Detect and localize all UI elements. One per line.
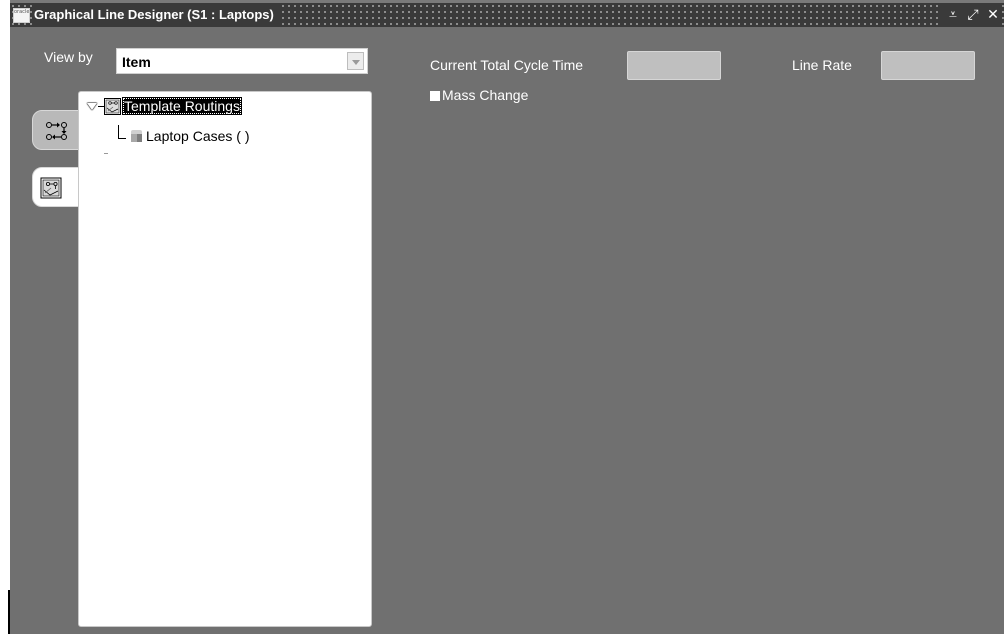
title-bar[interactable]: oracle Graphical Line Designer (S1 : Lap… [10, 3, 1004, 27]
view-by-selected-value: Item [122, 54, 151, 70]
view-by-label: View by [44, 49, 93, 65]
maximize-icon[interactable]: ⤢ [966, 3, 980, 27]
checkbox-box[interactable] [430, 90, 440, 101]
line-rate-field[interactable] [881, 51, 975, 80]
window-controls: ⩡ ⤢ ✕ [940, 3, 1000, 27]
collapse-triangle-icon[interactable] [87, 102, 97, 111]
tree-node-laptop-cases[interactable]: Laptop Cases ( ) [130, 128, 250, 144]
cycle-time-label: Current Total Cycle Time [430, 57, 584, 73]
cycle-time-field[interactable] [627, 51, 721, 80]
tree-placeholder-mark [104, 153, 108, 154]
minimize-icon[interactable]: ⩡ [946, 3, 960, 27]
left-edge [0, 0, 10, 634]
tree-node-label[interactable]: Template Routings [122, 97, 242, 115]
line-rate-label: Line Rate [792, 57, 852, 73]
process-flow-icon [46, 122, 67, 140]
window-title: Graphical Line Designer (S1 : Laptops) [34, 3, 282, 27]
view-by-select[interactable]: Item [116, 48, 368, 74]
close-icon[interactable]: ✕ [986, 3, 1000, 27]
routing-template-icon [40, 177, 62, 199]
graphical-line-designer-window: oracle Graphical Line Designer (S1 : Lap… [10, 3, 1004, 634]
template-routing-icon [104, 97, 121, 115]
tree-node-label[interactable]: Laptop Cases ( ) [146, 128, 250, 144]
chevron-down-icon[interactable] [347, 52, 364, 70]
mass-change-label: Mass Change [442, 87, 529, 103]
tree-elbow-connector [118, 125, 126, 139]
routing-tree-panel[interactable]: Template Routings Laptop Cases ( ) [78, 91, 372, 627]
mass-change-checkbox[interactable]: Mass Change [430, 87, 528, 103]
tree-node-template-routings[interactable]: Template Routings [87, 97, 242, 115]
oracle-app-icon: oracle [13, 7, 30, 23]
item-cube-icon [130, 129, 143, 143]
